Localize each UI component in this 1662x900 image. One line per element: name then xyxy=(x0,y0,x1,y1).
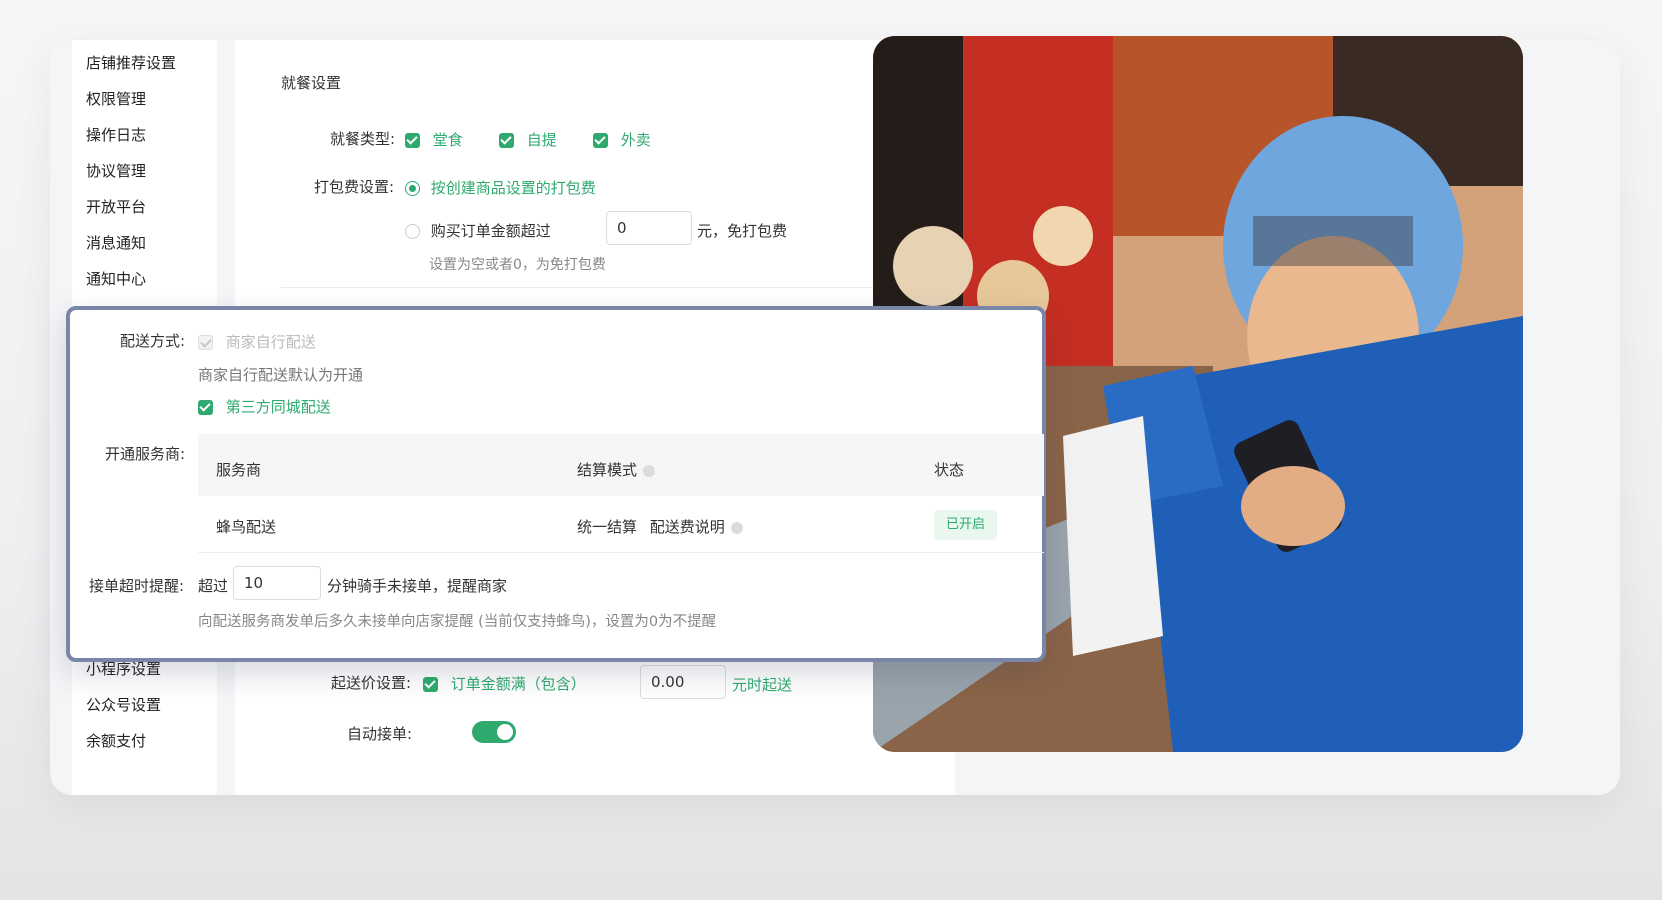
min-order-label: 起送价设置: xyxy=(331,674,412,692)
sidebar-item-agreements[interactable]: 协议管理 xyxy=(86,160,146,181)
provider-label: 开通服务商: xyxy=(105,445,186,463)
sidebar-item-operation-log[interactable]: 操作日志 xyxy=(86,124,146,145)
col-header-settlement: 结算模式 xyxy=(577,459,656,480)
col-header-status: 状态 xyxy=(934,461,965,479)
min-order-suffix: 元时起送 xyxy=(732,676,793,694)
checkbox-disabled-icon xyxy=(198,335,213,350)
settlement-mode-cell: 统一结算 配送费说明 xyxy=(577,516,743,537)
sidebar-item-permissions[interactable]: 权限管理 xyxy=(86,88,146,109)
third-party-delivery-checkbox[interactable]: 第三方同城配送 xyxy=(198,396,331,417)
info-icon[interactable] xyxy=(643,464,656,477)
sidebar-item-open-platform[interactable]: 开放平台 xyxy=(86,196,146,217)
min-order-checkbox[interactable]: 订单金额满（包含） xyxy=(423,673,586,694)
dining-section-title: 就餐设置 xyxy=(281,74,342,92)
dining-type-dine-in[interactable]: 堂食 xyxy=(405,129,463,150)
timeout-hint: 向配送服务商发单后多久未接单向店家提醒 (当前仅支持蜂鸟)，设置为0为不提醒 xyxy=(198,614,717,630)
auto-accept-label: 自动接单: xyxy=(347,725,413,743)
checkbox-checked-icon xyxy=(198,400,213,415)
fee-note-link[interactable]: 配送费说明 xyxy=(650,518,725,536)
packing-hint: 设置为空或者0，为免打包费 xyxy=(429,257,606,273)
packing-option-by-product[interactable]: 按创建商品设置的打包费 xyxy=(405,177,596,198)
timeout-minutes-input[interactable]: 10 xyxy=(233,566,321,600)
delivery-settings-popup: 配送方式: 商家自行配送 商家自行配送默认为开通 第三方同城配送 开通服务商: … xyxy=(66,306,1046,662)
dining-type-takeout[interactable]: 外卖 xyxy=(593,129,651,150)
timeout-suffix: 分钟骑手未接单，提醒商家 xyxy=(327,577,508,595)
sidebar-item-message-notify[interactable]: 消息通知 xyxy=(86,232,146,253)
timeout-prefix: 超过 xyxy=(198,577,229,595)
col-header-provider: 服务商 xyxy=(216,461,262,479)
auto-accept-toggle[interactable] xyxy=(472,721,516,743)
packing-threshold-input[interactable]: 0 xyxy=(606,211,692,245)
dining-type-pickup[interactable]: 自提 xyxy=(499,129,557,150)
table-divider xyxy=(198,552,1044,553)
sidebar-item-official-account[interactable]: 公众号设置 xyxy=(86,694,161,715)
delivery-method-label: 配送方式: xyxy=(120,332,186,350)
divider xyxy=(281,287,931,288)
timeout-label: 接单超时提醒: xyxy=(89,577,185,595)
min-order-input[interactable]: 0.00 xyxy=(640,665,726,699)
checkbox-checked-icon xyxy=(423,677,438,692)
checkbox-checked-icon xyxy=(405,133,420,148)
sidebar-item-shop-recommend[interactable]: 店铺推荐设置 xyxy=(86,52,176,73)
radio-selected-icon xyxy=(405,181,420,196)
provider-name-cell: 蜂鸟配送 xyxy=(216,518,277,536)
sidebar-item-notification-center[interactable]: 通知中心 xyxy=(86,268,146,289)
packing-threshold-suffix: 元，免打包费 xyxy=(697,222,788,240)
info-icon[interactable] xyxy=(730,521,743,534)
self-delivery-hint: 商家自行配送默认为开通 xyxy=(198,366,364,384)
dining-type-label: 就餐类型: xyxy=(330,130,396,148)
checkbox-checked-icon xyxy=(593,133,608,148)
packing-fee-label: 打包费设置: xyxy=(314,178,395,196)
status-badge: 已开启 xyxy=(934,510,998,540)
self-delivery-checkbox[interactable]: 商家自行配送 xyxy=(198,331,316,352)
sidebar-item-balance-pay[interactable]: 余额支付 xyxy=(86,730,146,751)
radio-unselected-icon xyxy=(405,224,420,239)
packing-option-threshold[interactable]: 购买订单金额超过 xyxy=(405,220,551,241)
checkbox-checked-icon xyxy=(499,133,514,148)
